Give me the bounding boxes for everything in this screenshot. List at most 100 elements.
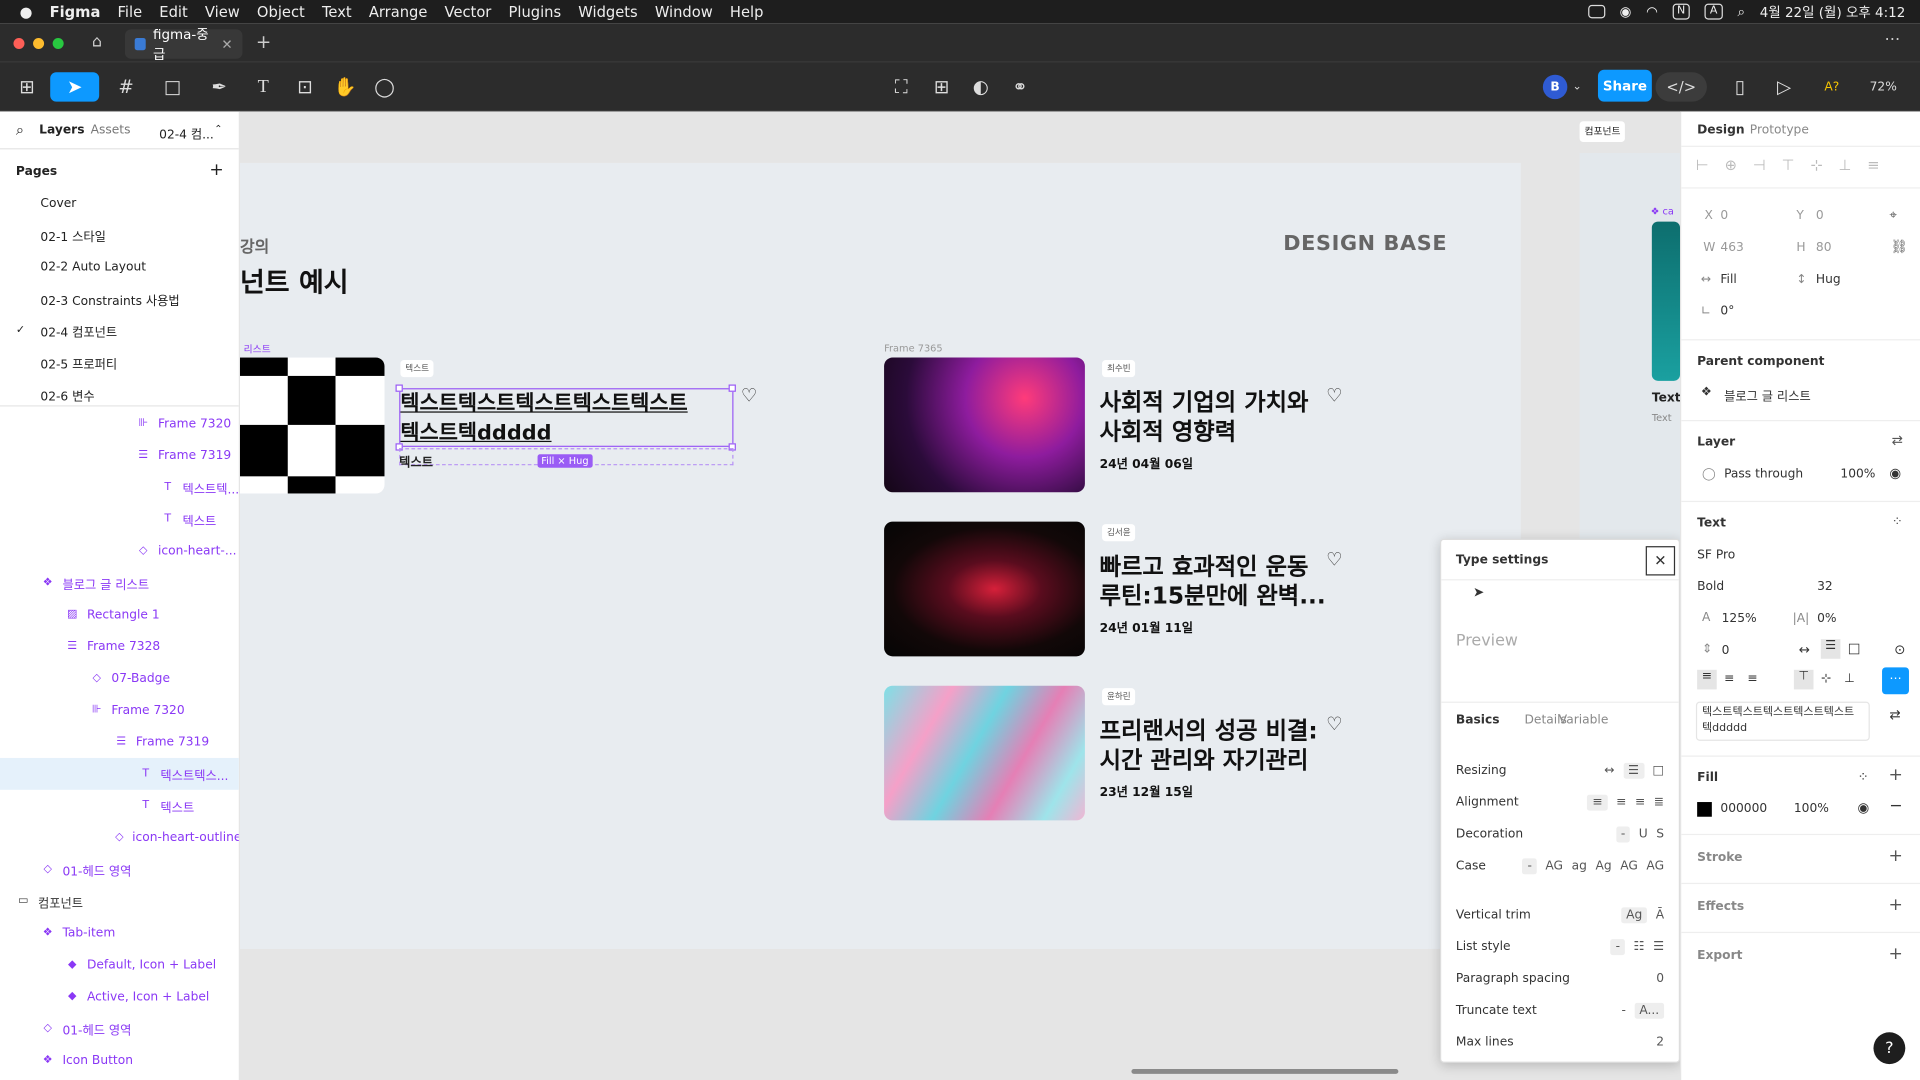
- add-fill-icon[interactable]: +: [1888, 765, 1902, 785]
- layer-row[interactable]: ◇ 07-Badge: [0, 662, 239, 694]
- layer-row[interactable]: ⊪ Frame 7320: [0, 694, 239, 726]
- bulleted-list-icon[interactable]: ☷: [1634, 940, 1645, 953]
- home-icon[interactable]: ⌂: [92, 33, 102, 51]
- article-title[interactable]: 프리랜서의 성공 비결: 시간 관리와 자기관리: [1100, 716, 1318, 775]
- page-item[interactable]: 02-3 Constraints 사용법: [0, 283, 239, 315]
- chevron-down-icon[interactable]: ⌄: [1570, 72, 1585, 101]
- case-option[interactable]: AG: [1545, 859, 1563, 872]
- remove-fill-icon[interactable]: −: [1889, 797, 1902, 815]
- align-top-text-icon[interactable]: ⊤: [1793, 669, 1814, 690]
- menu-item[interactable]: Vector: [445, 3, 492, 20]
- article-image-light-trails[interactable]: [884, 521, 1085, 657]
- menu-item[interactable]: Help: [730, 3, 764, 20]
- x-input[interactable]: 0: [1720, 209, 1728, 222]
- auto-width-icon[interactable]: ↔: [1799, 642, 1810, 658]
- auto-height-icon[interactable]: ☰: [1820, 639, 1841, 659]
- clock[interactable]: 4월 22일 (월) 오후 4:12: [1760, 2, 1906, 22]
- setting-value[interactable]: 2: [1656, 1035, 1664, 1048]
- page-item[interactable]: 02-2 Auto Layout: [0, 251, 239, 283]
- blend-mode[interactable]: Pass through: [1724, 468, 1803, 481]
- article-title[interactable]: 빠르고 효과적인 운동 루틴:15분만에 완벽...: [1100, 552, 1326, 611]
- layer-row[interactable]: ☰ Frame 7319: [0, 726, 239, 758]
- close-tab-icon[interactable]: ✕: [221, 36, 232, 52]
- page-selector[interactable]: 02-4 컴...: [159, 124, 214, 142]
- notification-icon[interactable]: ◉: [1620, 4, 1632, 20]
- layer-row[interactable]: ◆ Active, Icon + Label: [0, 981, 239, 1013]
- new-tab-icon[interactable]: +: [256, 31, 271, 53]
- layer-row[interactable]: ❖ Tab-item: [0, 917, 239, 949]
- link-icon[interactable]: ⚭: [1005, 72, 1034, 101]
- avatar[interactable]: B: [1542, 74, 1568, 100]
- list-none[interactable]: -: [1610, 938, 1625, 955]
- layer-row[interactable]: ❖ Icon Button: [0, 1044, 239, 1076]
- setting-options[interactable]: ↔ ☰ □: [1604, 762, 1664, 779]
- article-title[interactable]: 사회적 기업의 가치와 사회적 영향력: [1100, 388, 1309, 447]
- layer-row[interactable]: ◇ 01-헤드 영역: [0, 853, 239, 885]
- parent-component-name[interactable]: 블로그 글 리스트: [1724, 386, 1811, 404]
- resources-icon[interactable]: ⊡: [290, 72, 319, 101]
- layer-row[interactable]: ◇ icon-heart-outline: [0, 822, 239, 854]
- auto-height-icon[interactable]: ☰: [1623, 762, 1644, 779]
- line-height[interactable]: 125%: [1722, 612, 1757, 625]
- constraints-icon[interactable]: ⌖: [1889, 207, 1897, 224]
- layer-row[interactable]: ❖ 블로그 글 리스트: [0, 567, 239, 599]
- article-image-galaxy[interactable]: [884, 357, 1085, 493]
- detach-text-icon[interactable]: ⇄: [1889, 707, 1900, 723]
- layer-row[interactable]: ◇ icon-heart-...: [0, 535, 239, 567]
- distribute-icon[interactable]: ≡: [1867, 157, 1879, 174]
- case-option[interactable]: Ag: [1595, 859, 1611, 872]
- frame-tool-icon[interactable]: #: [108, 72, 145, 101]
- n-icon[interactable]: N: [1672, 3, 1690, 20]
- tab-variable[interactable]: Variable: [1559, 714, 1609, 727]
- more-icon[interactable]: ⋯: [1884, 31, 1900, 49]
- fixed-size-icon[interactable]: □: [1848, 640, 1861, 656]
- page-item[interactable]: 02-5 프로퍼티: [0, 347, 239, 379]
- menu-item[interactable]: View: [205, 3, 240, 20]
- menu-item[interactable]: Widgets: [578, 3, 637, 20]
- text-info-icon[interactable]: ⊙: [1894, 642, 1905, 658]
- setting-options[interactable]: - ☷ ☰: [1610, 938, 1664, 955]
- layer-row[interactable]: ☰ Frame 7319: [0, 440, 239, 472]
- text-styles-icon[interactable]: ⁘: [1892, 513, 1903, 529]
- setting-options[interactable]: - AG ag Ag AG AG: [1522, 857, 1664, 874]
- menu-app-name[interactable]: Figma: [50, 3, 101, 20]
- crop-icon[interactable]: ⛶: [887, 72, 916, 101]
- menu-item[interactable]: Arrange: [369, 3, 428, 20]
- layer-row[interactable]: ◆ Default, Icon + Label: [0, 949, 239, 981]
- tab-prototype[interactable]: Prototype: [1750, 124, 1809, 137]
- menu-item[interactable]: Text: [322, 3, 352, 20]
- case-option[interactable]: AG: [1620, 859, 1638, 872]
- main-menu-icon[interactable]: ⊞: [10, 72, 44, 101]
- article-image-fluid[interactable]: [884, 685, 1085, 821]
- tab-layers[interactable]: Layers: [39, 124, 84, 137]
- pen-tool-icon[interactable]: ✒: [201, 72, 238, 101]
- numbered-list-icon[interactable]: ☰: [1653, 940, 1664, 953]
- w-input[interactable]: 463: [1720, 241, 1743, 254]
- share-button[interactable]: Share: [1597, 69, 1652, 102]
- menu-item[interactable]: Plugins: [509, 3, 562, 20]
- text-content-field[interactable]: 텍스트텍스트텍스트텍스트텍스트텍ddddd: [1695, 701, 1870, 741]
- align-center-icon[interactable]: ⊕: [1725, 157, 1737, 174]
- chevron-up-icon[interactable]: ⌃: [214, 124, 222, 135]
- setting-value[interactable]: 0: [1656, 972, 1664, 985]
- align-left-icon[interactable]: ⊢: [1696, 157, 1709, 174]
- align-top-icon[interactable]: ⊤: [1782, 157, 1795, 174]
- close-window-button[interactable]: [13, 37, 25, 49]
- fill-visible-icon[interactable]: ◉: [1858, 800, 1870, 816]
- resize-handle[interactable]: [395, 384, 403, 392]
- checker-image[interactable]: [240, 357, 386, 494]
- align-bottom-icon[interactable]: ⊥: [1839, 157, 1852, 174]
- heart-outline-icon[interactable]: ♡: [1326, 384, 1342, 406]
- comment-icon[interactable]: ◯: [370, 72, 399, 101]
- move-tool-icon[interactable]: ➤: [50, 72, 100, 102]
- setting-options[interactable]: Ag Ā: [1621, 906, 1664, 923]
- present-icon[interactable]: ▷: [1771, 72, 1798, 101]
- layer-row[interactable]: ▭ 컴포넌트: [0, 885, 239, 917]
- page-item[interactable]: 02-1 스타일: [0, 219, 239, 251]
- case-none[interactable]: -: [1522, 857, 1537, 874]
- hand-tool-icon[interactable]: ✋: [331, 72, 360, 101]
- menu-item[interactable]: Edit: [159, 3, 187, 20]
- font-family[interactable]: SF Pro: [1697, 549, 1735, 562]
- font-weight[interactable]: Bold: [1697, 580, 1724, 593]
- tab-basics[interactable]: Basics: [1456, 714, 1500, 727]
